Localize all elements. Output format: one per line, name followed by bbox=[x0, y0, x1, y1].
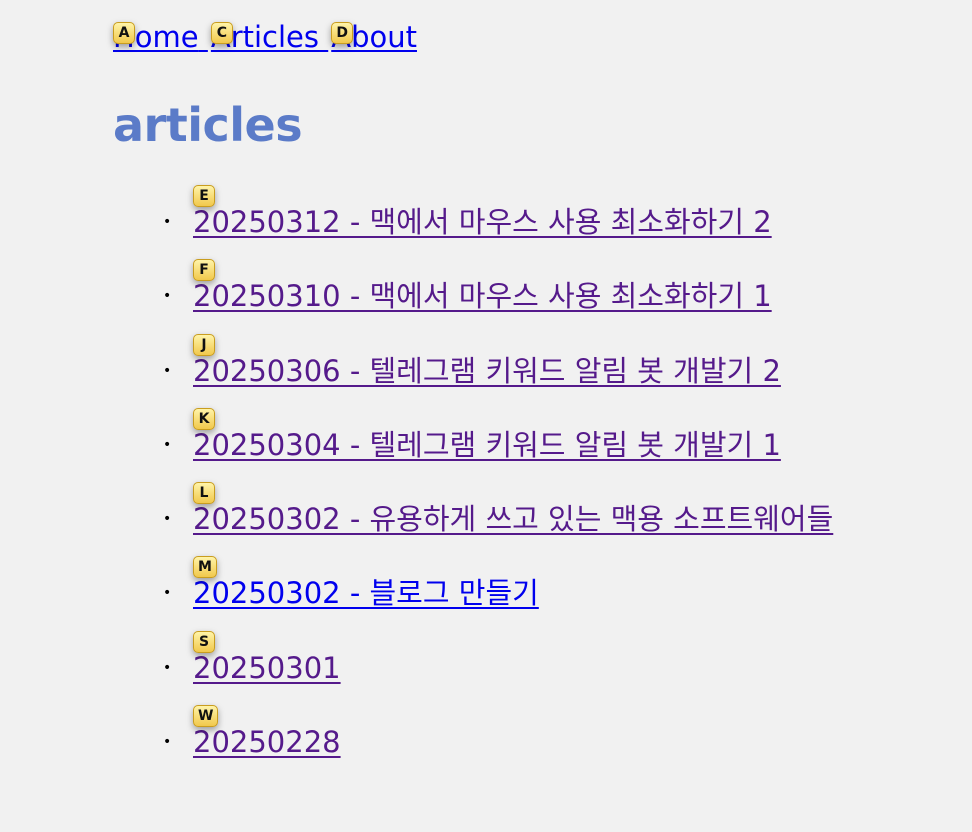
list-item: • E 20250312 - 맥에서 마우스 사용 최소화하기 2 bbox=[163, 185, 833, 273]
article-link[interactable]: K 20250304 - 텔레그램 키워드 알림 봇 개발기 1 bbox=[193, 407, 781, 468]
article-link-label: 20250301 bbox=[193, 650, 341, 685]
top-navigation: A Home C Articles D About bbox=[113, 20, 420, 54]
hint-label-d: D bbox=[331, 22, 354, 44]
article-link[interactable]: M 20250302 - 블로그 만들기 bbox=[193, 556, 539, 616]
hint-label-e: E bbox=[193, 185, 215, 207]
article-link[interactable]: F 20250310 - 맥에서 마우스 사용 최소화하기 1 bbox=[193, 259, 772, 319]
nav-link-articles[interactable]: C Articles bbox=[210, 20, 328, 54]
article-link-label: 20250304 - 텔레그램 키워드 알림 봇 개발기 1 bbox=[193, 427, 781, 462]
article-link[interactable]: S 20250301 bbox=[193, 630, 341, 691]
article-link-label: 20250228 bbox=[193, 725, 341, 760]
list-item: • J 20250306 - 텔레그램 키워드 알림 봇 개발기 2 bbox=[163, 333, 833, 422]
article-link[interactable]: W 20250228 bbox=[193, 705, 341, 765]
article-link-label: 20250310 - 맥에서 마우스 사용 최소화하기 1 bbox=[193, 279, 772, 314]
hint-label-j: J bbox=[193, 333, 215, 356]
hint-label-a: A bbox=[113, 22, 135, 44]
bullet-icon: • bbox=[163, 511, 172, 528]
bullet-icon: • bbox=[163, 436, 172, 453]
bullet-icon: • bbox=[163, 734, 172, 751]
page-title: articles bbox=[113, 98, 303, 152]
hint-label-k: K bbox=[193, 407, 215, 430]
article-link[interactable]: E 20250312 - 맥에서 마우스 사용 최소화하기 2 bbox=[193, 185, 772, 245]
article-link[interactable]: J 20250306 - 텔레그램 키워드 알림 봇 개발기 2 bbox=[193, 333, 781, 394]
hint-label-f: F bbox=[193, 259, 215, 282]
nav-link-home[interactable]: A Home bbox=[113, 20, 208, 54]
list-item: • K 20250304 - 텔레그램 키워드 알림 봇 개발기 1 bbox=[163, 407, 833, 496]
article-link-label: 20250306 - 텔레그램 키워드 알림 봇 개발기 2 bbox=[193, 353, 781, 388]
hint-label-w: W bbox=[193, 705, 219, 728]
bullet-icon: • bbox=[163, 362, 172, 379]
list-item: • M 20250302 - 블로그 만들기 bbox=[163, 556, 833, 644]
article-list: • E 20250312 - 맥에서 마우스 사용 최소화하기 2 • F 20… bbox=[163, 185, 834, 793]
bullet-icon: • bbox=[163, 585, 172, 602]
article-link-label: 20250302 - 블로그 만들기 bbox=[193, 576, 539, 611]
nav-link-about[interactable]: D About bbox=[331, 20, 417, 54]
hint-label-l: L bbox=[193, 482, 215, 505]
article-link[interactable]: L 20250302 - 유용하게 쓰고 있는 맥용 소프트웨어들 bbox=[193, 482, 834, 542]
list-item: • F 20250310 - 맥에서 마우스 사용 최소화하기 1 bbox=[163, 259, 833, 347]
hint-label-s: S bbox=[193, 630, 215, 653]
list-item: • S 20250301 bbox=[163, 630, 833, 719]
list-item: • W 20250228 bbox=[163, 705, 833, 793]
hint-label-m: M bbox=[193, 556, 217, 579]
bullet-icon: • bbox=[163, 288, 172, 305]
bullet-icon: • bbox=[163, 659, 172, 676]
hint-label-c: C bbox=[210, 22, 233, 44]
list-item: • L 20250302 - 유용하게 쓰고 있는 맥용 소프트웨어들 bbox=[163, 482, 834, 570]
article-link-label: 20250302 - 유용하게 쓰고 있는 맥용 소프트웨어들 bbox=[193, 502, 834, 537]
bullet-icon: • bbox=[163, 214, 172, 230]
article-link-label: 20250312 - 맥에서 마우스 사용 최소화하기 2 bbox=[193, 205, 772, 239]
